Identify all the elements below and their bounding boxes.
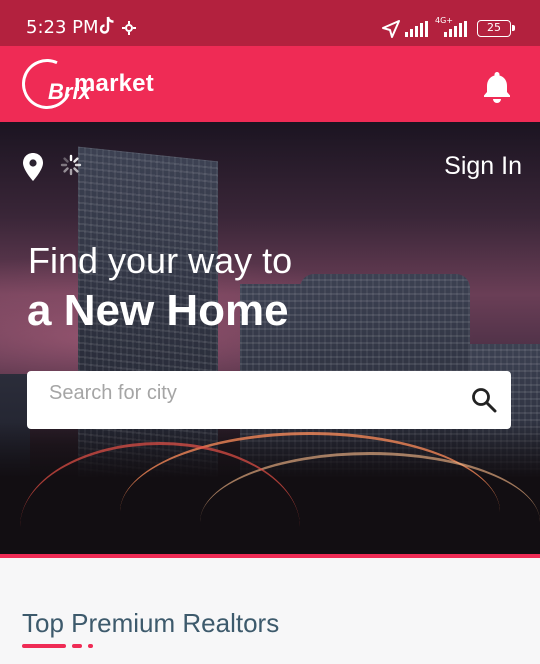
status-bar: 5:23 PM 4G+ 25 bbox=[0, 0, 540, 46]
logo-brix-text: Brix bbox=[48, 79, 91, 104]
app-bar: Brix market bbox=[0, 46, 540, 122]
premium-realtors-section: Top Premium Realtors bbox=[0, 558, 540, 664]
section-title: Top Premium Realtors bbox=[22, 608, 280, 638]
hero-banner: Sign In Find your way to a New Home bbox=[0, 122, 540, 554]
hero-headline-line1: Find your way to bbox=[28, 240, 293, 281]
tiktok-icon bbox=[99, 16, 114, 34]
sign-in-link[interactable]: Sign In bbox=[444, 152, 522, 181]
signal-icon bbox=[405, 21, 428, 37]
battery-icon: 25 bbox=[477, 20, 515, 37]
hero-headline-line2: a New Home bbox=[27, 286, 289, 335]
search-input[interactable] bbox=[49, 375, 449, 411]
title-underline bbox=[72, 644, 82, 648]
gear-icon bbox=[122, 21, 136, 35]
signal-icon bbox=[444, 21, 467, 37]
search-box[interactable] bbox=[27, 371, 511, 429]
bell-icon[interactable] bbox=[480, 69, 514, 103]
navigation-arrow-icon bbox=[382, 20, 400, 38]
title-underline bbox=[22, 644, 66, 648]
brixmarket-logo[interactable]: Brix market bbox=[14, 51, 154, 117]
status-time: 5:23 PM bbox=[26, 17, 99, 38]
location-pin-icon[interactable] bbox=[22, 152, 44, 182]
search-icon[interactable] bbox=[471, 387, 497, 413]
spinner-icon bbox=[60, 154, 82, 176]
title-underline bbox=[88, 644, 93, 648]
